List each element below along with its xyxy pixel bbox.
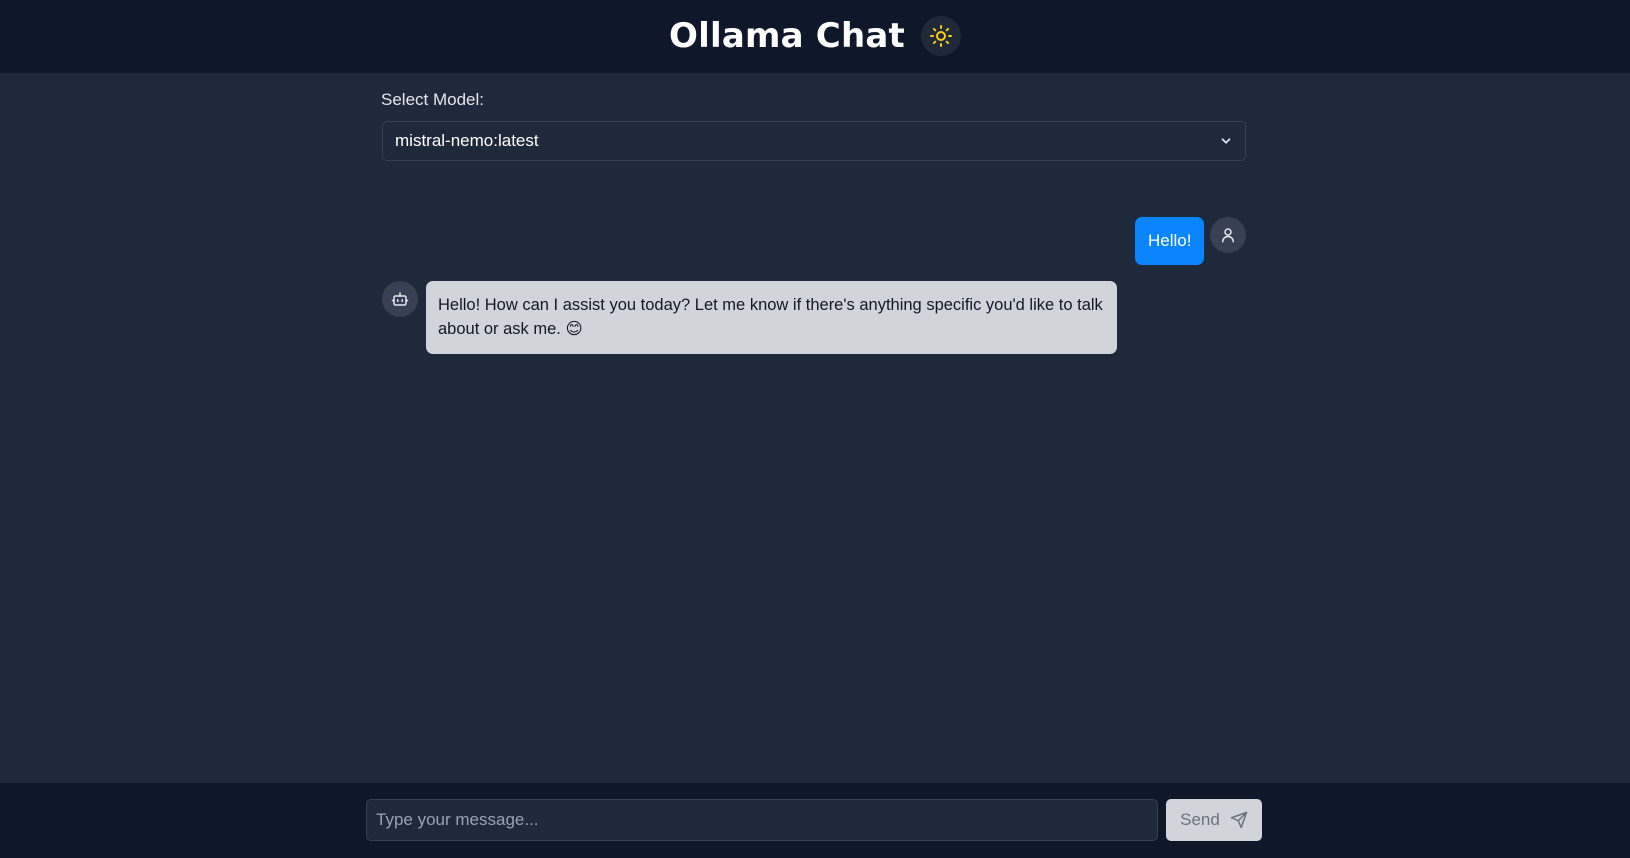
model-select-dropdown[interactable]: mistral-nemo:latest bbox=[382, 121, 1246, 161]
user-avatar bbox=[1210, 217, 1246, 253]
sun-icon bbox=[929, 25, 952, 47]
page-title: Ollama Chat bbox=[669, 16, 905, 56]
bot-icon bbox=[391, 292, 409, 306]
app-header: Ollama Chat bbox=[0, 0, 1630, 73]
app-root: Ollama Chat Select Model: mistral-nemo:l… bbox=[0, 0, 1630, 858]
message-input[interactable] bbox=[366, 799, 1158, 841]
user-message-bubble: Hello! bbox=[1135, 217, 1205, 265]
model-select-value: mistral-nemo:latest bbox=[395, 131, 539, 150]
composer-bar: Send bbox=[0, 783, 1630, 858]
user-icon bbox=[1222, 228, 1234, 243]
bot-avatar bbox=[382, 281, 418, 317]
chevron-down-icon bbox=[1221, 138, 1231, 144]
smiling-face-emoji: 😊 bbox=[565, 320, 583, 338]
send-icon bbox=[1230, 811, 1248, 829]
send-button-label: Send bbox=[1180, 810, 1220, 829]
model-select-label: Select Model: bbox=[381, 90, 484, 109]
send-button[interactable]: Send bbox=[1166, 799, 1262, 841]
assistant-message-bubble: Hello! How can I assist you today? Let m… bbox=[426, 281, 1117, 354]
user-message-text: Hello! bbox=[1148, 231, 1192, 250]
assistant-message-text: Hello! How can I assist you today? Let m… bbox=[438, 296, 1103, 338]
theme-toggle-button[interactable] bbox=[920, 16, 961, 56]
